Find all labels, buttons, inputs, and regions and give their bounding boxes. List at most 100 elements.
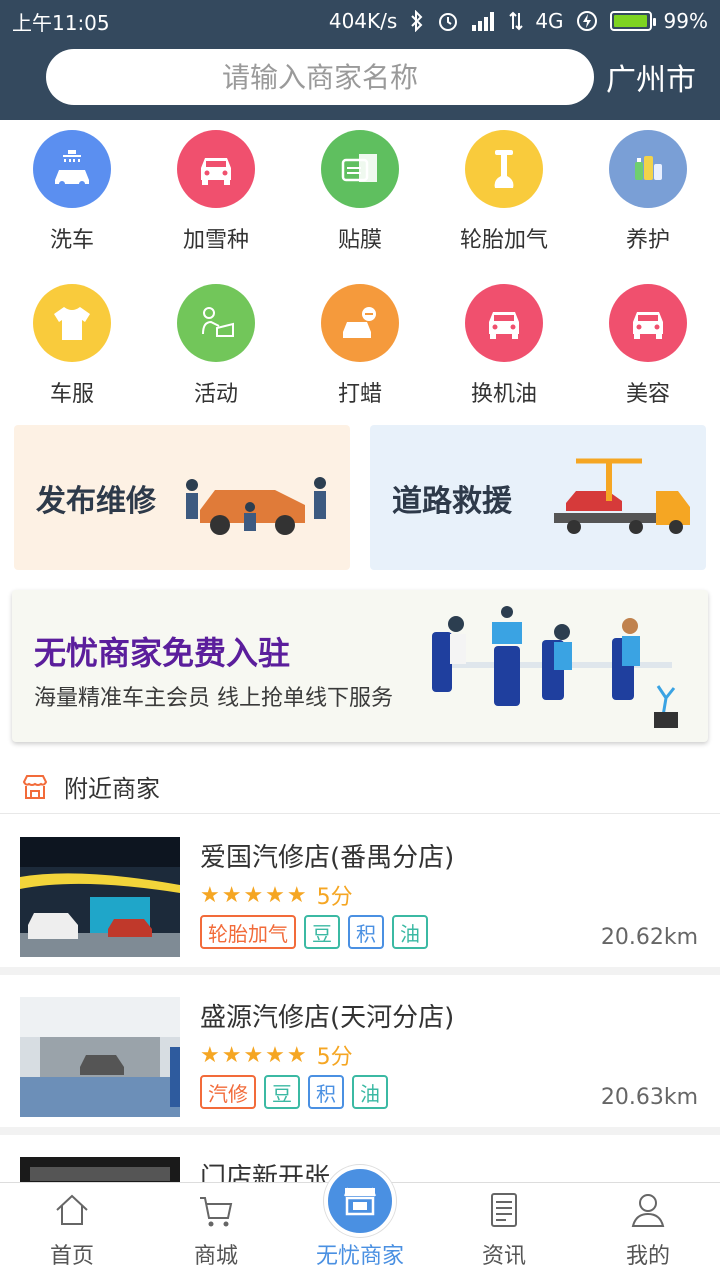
road-rescue-banner[interactable]: 道路救援 (370, 425, 706, 570)
nav-mall[interactable]: 商城 (144, 1183, 288, 1280)
shop-name: 爱国汽修店(番禺分店) (200, 843, 455, 873)
film-icon (321, 130, 399, 208)
app-header: 上午11:05 404K/s 4G 99% 广州市 (0, 0, 720, 120)
store-icon (324, 1165, 396, 1237)
user-icon (631, 1194, 665, 1227)
battery-icon (609, 11, 656, 31)
bottom-navigation: 首页 商城 无忧商家 资讯 我的 (0, 1165, 720, 1280)
car-icon (465, 284, 543, 362)
pump-icon (465, 130, 543, 208)
merchant-banner-subtitle: 海量精准车主会员 线上抢单线下服务 (34, 686, 393, 711)
shop-name: 盛源汽修店(天河分店) (200, 1003, 455, 1033)
office-team-illustration (432, 606, 678, 728)
car-icon (609, 284, 687, 362)
nav-label: 我的 (625, 1244, 670, 1269)
category-car-service[interactable]: 车服 (0, 276, 144, 414)
star-rating-icon: ★★★★★ (200, 1042, 309, 1068)
network-type: 4G (535, 9, 564, 33)
cart-icon (200, 1197, 233, 1227)
category-beauty[interactable]: 美容 (576, 276, 720, 414)
nav-merchants[interactable]: 无忧商家 (288, 1165, 432, 1280)
status-bar: 上午11:05 404K/s 4G 99% (0, 0, 720, 42)
charging-icon (576, 11, 597, 31)
network-speed: 404K/s (328, 9, 398, 33)
road-rescue-title: 道路救援 (392, 483, 512, 519)
merchant-join-banner[interactable]: 无忧商家免费入驻 海量精准车主会员 线上抢单线下服务 (12, 590, 708, 742)
data-arrows-icon (509, 11, 524, 31)
nearby-section-header: 附近商家 (0, 760, 720, 814)
shop-item[interactable]: 爱国汽修店(番禺分店) ★★★★★ 5分 轮胎加气 豆 积 油 20.62km (0, 815, 720, 975)
shop-photo (20, 997, 180, 1117)
category-label: 换机油 (470, 382, 537, 407)
news-icon (491, 1193, 517, 1227)
category-label: 加雪种 (182, 228, 249, 253)
car-icon (177, 130, 255, 208)
search-input[interactable] (46, 49, 594, 105)
category-film[interactable]: 贴膜 (288, 122, 432, 260)
shop-rating: ★★★★★ 5分 (200, 1039, 353, 1071)
category-maintenance[interactable]: 养护 (576, 122, 720, 260)
bean-tag: 豆 (264, 1075, 300, 1109)
alarm-icon (439, 13, 458, 31)
shop-score: 5分 (316, 885, 353, 910)
status-time: 上午11:05 (12, 10, 110, 35)
category-label: 贴膜 (337, 228, 382, 253)
shop-distance: 20.62km (600, 925, 698, 950)
bean-tag: 豆 (304, 915, 340, 949)
city-selector[interactable]: 广州市 (606, 55, 696, 99)
shop-item[interactable]: 盛源汽修店(天河分店) ★★★★★ 5分 汽修 豆 积 油 20.63km (0, 975, 720, 1135)
oil-tag: 油 (392, 915, 428, 949)
category-label: 洗车 (49, 228, 94, 253)
activity-icon (177, 284, 255, 362)
category-tire-inflation[interactable]: 轮胎加气 (432, 122, 576, 260)
car-wash-icon (33, 130, 111, 208)
nav-label: 商城 (193, 1244, 238, 1269)
nav-news[interactable]: 资讯 (432, 1183, 576, 1280)
category-waxing[interactable]: 打蜡 (288, 276, 432, 414)
category-label: 打蜡 (337, 382, 382, 407)
category-grid: 洗车 加雪种 贴膜 轮胎加气 养护 车服 活动 打蜡 换机油 美容 (0, 122, 720, 414)
signal-icon (472, 12, 495, 31)
shop-tags: 轮胎加气 豆 积 油 (200, 915, 428, 949)
points-tag: 积 (308, 1075, 344, 1109)
search-row: 广州市 (0, 42, 720, 112)
tow-truck-illustration (554, 458, 690, 534)
merchant-banner-title: 无忧商家免费入驻 (34, 634, 291, 672)
repair-service-title: 发布维修 (36, 483, 156, 519)
shop-rating: ★★★★★ 5分 (200, 879, 353, 911)
nav-label: 资讯 (481, 1244, 526, 1269)
nav-home[interactable]: 首页 (0, 1183, 144, 1280)
battery-percent: 99% (663, 9, 708, 33)
shop-distance: 20.63km (600, 1085, 698, 1110)
shop-photo (20, 837, 180, 957)
shop-tags: 汽修 豆 积 油 (200, 1075, 388, 1109)
shirt-icon (33, 284, 111, 362)
service-tag: 汽修 (200, 1075, 256, 1109)
oil-tag: 油 (352, 1075, 388, 1109)
category-activity[interactable]: 活动 (144, 276, 288, 414)
nav-profile[interactable]: 我的 (576, 1183, 720, 1280)
store-icon (22, 774, 48, 799)
service-tag: 轮胎加气 (200, 915, 296, 949)
shop-score: 5分 (316, 1045, 353, 1070)
category-label: 车服 (49, 382, 94, 407)
nav-label: 无忧商家 (315, 1244, 404, 1269)
star-rating-icon: ★★★★★ (200, 882, 309, 908)
category-freon[interactable]: 加雪种 (144, 122, 288, 260)
bluetooth-icon (411, 10, 423, 32)
nav-label: 首页 (49, 1244, 94, 1269)
home-icon (56, 1194, 88, 1225)
care-products-icon (609, 130, 687, 208)
category-oil-change[interactable]: 换机油 (432, 276, 576, 414)
points-tag: 积 (348, 915, 384, 949)
nearby-section-title: 附近商家 (64, 775, 160, 803)
wax-icon (321, 284, 399, 362)
category-label: 活动 (193, 382, 238, 407)
status-icons: 404K/s 4G 99% (329, 9, 708, 33)
category-label: 轮胎加气 (459, 228, 548, 253)
category-car-wash[interactable]: 洗车 (0, 122, 144, 260)
mechanics-illustration (186, 477, 326, 535)
category-label: 美容 (625, 382, 670, 407)
category-label: 养护 (625, 228, 670, 253)
repair-service-banner[interactable]: 发布维修 (14, 425, 350, 570)
